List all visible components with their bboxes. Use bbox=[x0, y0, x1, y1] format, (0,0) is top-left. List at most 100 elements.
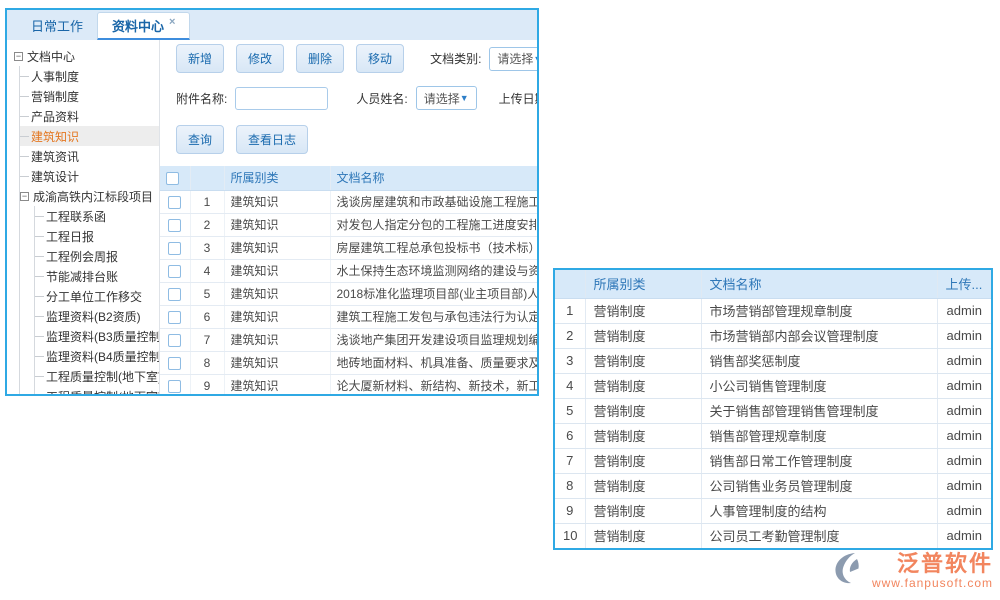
row-checkbox[interactable] bbox=[168, 357, 181, 370]
filter-row: 附件名称: 人员姓名: 请选择 ▼ 上传日期 bbox=[176, 86, 537, 110]
sidebar-item-project-0[interactable]: 工程联系函 bbox=[35, 206, 159, 226]
row-category: 建筑知识 bbox=[224, 351, 330, 374]
sidebar-item-project-4[interactable]: 分工单位工作移交 bbox=[35, 286, 159, 306]
query-row: 查询 查看日志 bbox=[176, 125, 537, 154]
row-category: 营销制度 bbox=[585, 348, 701, 373]
tree-connector bbox=[35, 336, 44, 337]
table-row[interactable]: 1 营销制度 市场营销部管理规章制度 admin bbox=[555, 298, 991, 323]
toolbar-row: 新增 修改 删除 移动 文档类别: 请选择 ▼ 文档 bbox=[176, 44, 537, 73]
sidebar-item-project-1[interactable]: 工程日报 bbox=[35, 226, 159, 246]
table-row[interactable]: 6 建筑知识 建筑工程施工发包与承包违法行为认定... bbox=[160, 305, 537, 328]
document-center-window: 日常工作 资料中心 × − 文档中心 人事制度 营销制度 bbox=[5, 8, 539, 396]
tree-label: 文档中心 bbox=[27, 48, 75, 65]
table-row[interactable]: 10 营销制度 公司员工考勤管理制度 admin bbox=[555, 523, 991, 548]
window-body: − 文档中心 人事制度 营销制度 产品资料 建筑知识 bbox=[7, 40, 537, 394]
tab-daily-work[interactable]: 日常工作 bbox=[17, 10, 97, 40]
sidebar-tree: − 文档中心 人事制度 营销制度 产品资料 建筑知识 bbox=[7, 40, 160, 394]
table-row[interactable]: 9 营销制度 人事管理制度的结构 admin bbox=[555, 498, 991, 523]
table-row[interactable]: 5 营销制度 关于销售部管理销售管理制度 admin bbox=[555, 398, 991, 423]
table-row[interactable]: 4 营销制度 小公司销售管理制度 admin bbox=[555, 373, 991, 398]
attachment-name-input[interactable] bbox=[235, 87, 328, 110]
row-uploader: admin bbox=[937, 323, 991, 348]
row-category: 营销制度 bbox=[585, 323, 701, 348]
doc-category-select[interactable]: 请选择 ▼ bbox=[489, 47, 537, 71]
table-row[interactable]: 6 营销制度 销售部管理规章制度 admin bbox=[555, 423, 991, 448]
documents-table: 所属别类 文档名称 1 建筑知识 浅谈房屋建筑和市政基础设施工程施工... 2 bbox=[160, 166, 537, 394]
sidebar-item-doc-center[interactable]: − 文档中心 bbox=[14, 46, 159, 66]
row-uploader: admin bbox=[937, 473, 991, 498]
tab-data-center[interactable]: 资料中心 × bbox=[97, 12, 190, 40]
sidebar-item-project-6[interactable]: 监理资料(B3质量控制) bbox=[35, 326, 159, 346]
table-row[interactable]: 4 建筑知识 水土保持生态环境监测网络的建设与资... bbox=[160, 259, 537, 282]
collapse-icon[interactable]: − bbox=[14, 52, 23, 61]
row-index: 7 bbox=[190, 328, 224, 351]
docname-column-header: 文档名称 bbox=[330, 166, 537, 190]
row-category: 建筑知识 bbox=[224, 282, 330, 305]
add-button[interactable]: 新增 bbox=[176, 44, 224, 73]
row-checkbox[interactable] bbox=[168, 265, 181, 278]
sidebar-item-construction-design[interactable]: 建筑设计 bbox=[20, 166, 159, 186]
sidebar-item-construction-news[interactable]: 建筑资讯 bbox=[20, 146, 159, 166]
view-log-button[interactable]: 查看日志 bbox=[236, 125, 308, 154]
tree-label: 工程例会周报 bbox=[46, 248, 118, 265]
delete-button[interactable]: 删除 bbox=[296, 44, 344, 73]
row-category: 营销制度 bbox=[585, 473, 701, 498]
person-name-select[interactable]: 请选择 ▼ bbox=[416, 86, 477, 110]
tree-label: 成渝高铁内江标段项目 bbox=[33, 188, 153, 205]
sidebar-item-marketing-policy[interactable]: 营销制度 bbox=[20, 86, 159, 106]
chevron-down-icon: ▼ bbox=[533, 54, 537, 64]
select-value: 请选择 bbox=[497, 50, 533, 67]
tree-connector bbox=[20, 116, 29, 117]
table-row[interactable]: 5 建筑知识 2018标准化监理项目部(业主项目部)人员... bbox=[160, 282, 537, 305]
table-row[interactable]: 1 建筑知识 浅谈房屋建筑和市政基础设施工程施工... bbox=[160, 190, 537, 213]
fanpu-logo-icon bbox=[834, 552, 868, 586]
sidebar-item-project-clipped[interactable]: 工程质量控制(地下室) bbox=[35, 386, 159, 394]
row-index: 2 bbox=[555, 323, 585, 348]
query-button[interactable]: 查询 bbox=[176, 125, 224, 154]
row-index: 2 bbox=[190, 213, 224, 236]
move-button[interactable]: 移动 bbox=[356, 44, 404, 73]
row-docname: 地砖地面材料、机具准备、质量要求及... bbox=[330, 351, 537, 374]
close-icon[interactable]: × bbox=[169, 16, 175, 28]
row-checkbox[interactable] bbox=[168, 380, 181, 393]
sidebar-item-hr-policy[interactable]: 人事制度 bbox=[20, 66, 159, 86]
row-docname: 市场营销部内部会议管理制度 bbox=[701, 323, 937, 348]
table-row[interactable]: 2 营销制度 市场营销部内部会议管理制度 admin bbox=[555, 323, 991, 348]
row-docname: 论大厦新材料、新结构、新技术，新工... bbox=[330, 374, 537, 394]
table-row[interactable]: 3 建筑知识 房屋建筑工程总承包投标书（技术标）... bbox=[160, 236, 537, 259]
table-row[interactable]: 9 建筑知识 论大厦新材料、新结构、新技术，新工... bbox=[160, 374, 537, 394]
row-checkbox[interactable] bbox=[168, 219, 181, 232]
edit-button[interactable]: 修改 bbox=[236, 44, 284, 73]
table-row[interactable]: 3 营销制度 销售部奖惩制度 admin bbox=[555, 348, 991, 373]
row-index: 1 bbox=[555, 298, 585, 323]
sidebar-item-project-2[interactable]: 工程例会周报 bbox=[35, 246, 159, 266]
row-checkbox[interactable] bbox=[168, 196, 181, 209]
table-row[interactable]: 2 建筑知识 对发包人指定分包的工程施工进度安排... bbox=[160, 213, 537, 236]
row-checkbox[interactable] bbox=[168, 334, 181, 347]
table-row[interactable]: 8 营销制度 公司销售业务员管理制度 admin bbox=[555, 473, 991, 498]
collapse-icon[interactable]: − bbox=[20, 192, 29, 201]
uploader-column-header: 上传... bbox=[937, 270, 991, 298]
tree-label: 监理资料(B4质量控制) bbox=[46, 348, 159, 365]
row-checkbox[interactable] bbox=[168, 311, 181, 324]
tab-label: 资料中心 bbox=[112, 16, 164, 35]
select-all-checkbox[interactable] bbox=[166, 172, 179, 185]
row-checkbox[interactable] bbox=[168, 288, 181, 301]
row-index: 8 bbox=[555, 473, 585, 498]
tree-children: 人事制度 营销制度 产品资料 建筑知识 建筑资讯 bbox=[19, 66, 159, 394]
row-uploader: admin bbox=[937, 423, 991, 448]
row-checkbox[interactable] bbox=[168, 242, 181, 255]
sidebar-item-construction-knowledge[interactable]: 建筑知识 bbox=[20, 126, 159, 146]
row-category: 建筑知识 bbox=[224, 328, 330, 351]
docname-column-header: 文档名称 bbox=[701, 270, 937, 298]
sidebar-item-project-root[interactable]: − 成渝高铁内江标段项目 bbox=[20, 186, 159, 206]
sidebar-item-project-7[interactable]: 监理资料(B4质量控制) bbox=[35, 346, 159, 366]
sidebar-item-project-5[interactable]: 监理资料(B2资质) bbox=[35, 306, 159, 326]
table-row[interactable]: 8 建筑知识 地砖地面材料、机具准备、质量要求及... bbox=[160, 351, 537, 374]
row-docname: 房屋建筑工程总承包投标书（技术标）... bbox=[330, 236, 537, 259]
sidebar-item-project-8[interactable]: 工程质量控制(地下室) bbox=[35, 366, 159, 386]
table-row[interactable]: 7 建筑知识 浅谈地产集团开发建设项目监理规划编... bbox=[160, 328, 537, 351]
sidebar-item-project-3[interactable]: 节能减排台账 bbox=[35, 266, 159, 286]
table-row[interactable]: 7 营销制度 销售部日常工作管理制度 admin bbox=[555, 448, 991, 473]
sidebar-item-product-data[interactable]: 产品资料 bbox=[20, 106, 159, 126]
